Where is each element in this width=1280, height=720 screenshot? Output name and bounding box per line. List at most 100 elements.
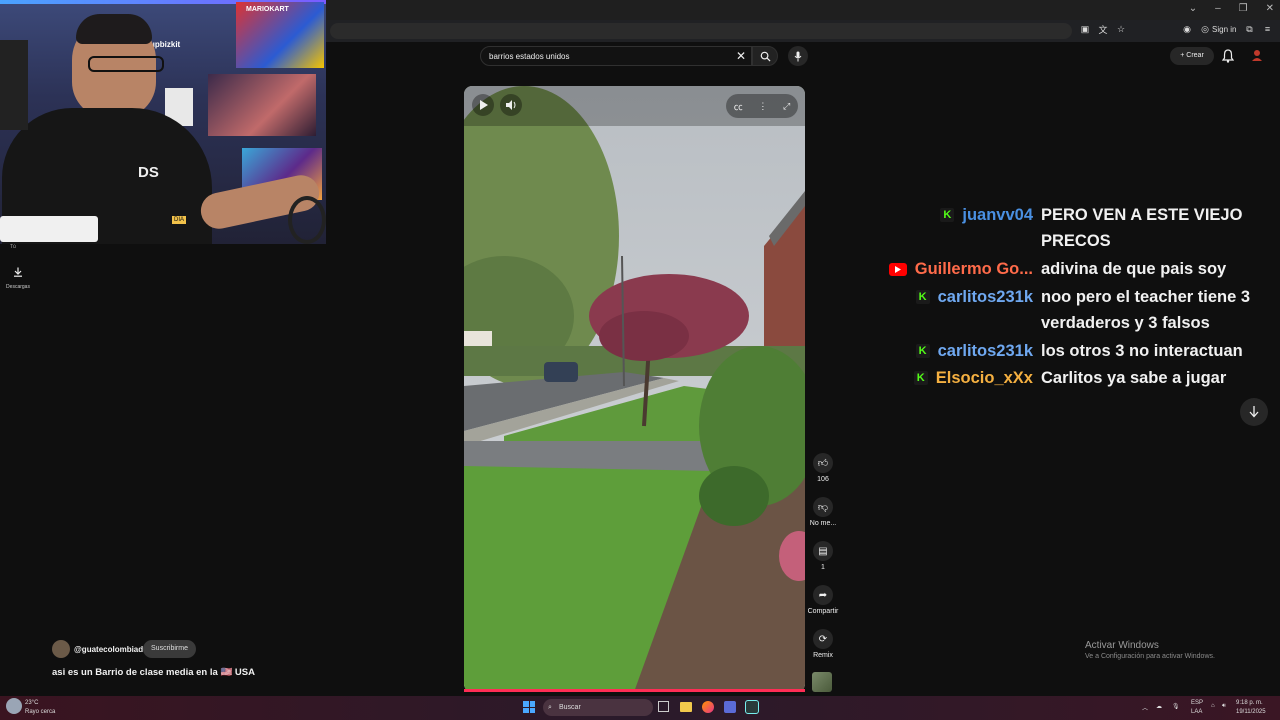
maximize-button[interactable]: ❐	[1239, 3, 1248, 14]
dislike-label: No me...	[809, 520, 837, 527]
search-icon: ⌕	[548, 704, 552, 711]
chat-text: los otros 3 no interactuan	[1041, 342, 1243, 360]
extensions-icon[interactable]: ⧉	[1244, 24, 1254, 34]
address-bar[interactable]	[330, 23, 1072, 39]
captions-icon[interactable]: ㏄	[734, 100, 743, 113]
bookmark-star-icon[interactable]: ☆	[1116, 24, 1126, 34]
user-avatar-icon[interactable]	[1250, 48, 1264, 62]
speaker-icon[interactable]: 🔊︎	[1222, 703, 1226, 710]
weather-temp[interactable]: 23°C	[25, 700, 38, 706]
volume-button[interactable]	[500, 94, 522, 116]
window-controls: ⌄ – ❐ ✕	[1189, 3, 1274, 14]
like-button[interactable]: 👍︎ 106	[812, 453, 834, 483]
language-top[interactable]: ESP	[1191, 700, 1203, 706]
kick-icon: K	[915, 290, 930, 304]
windows-activation-watermark: Activar Windows Ve a Configuración para …	[1085, 640, 1215, 660]
firefox-icon[interactable]	[702, 701, 714, 713]
taskbar-search-label: Buscar	[559, 704, 581, 711]
tab-list-button[interactable]: ⌄	[1189, 3, 1197, 14]
screenshot-icon[interactable]: ▣	[1080, 24, 1090, 34]
chat-text: Carlitos ya sabe a jugar	[1041, 369, 1227, 387]
chat-message: Kcarlitos231k noo pero el teacher tiene …	[880, 284, 1260, 336]
thumbs-up-icon: 👍︎	[817, 458, 829, 469]
browser-toolbar-icons: ▣ 文 ☆ ◉ ◎ Sign in ⧉ ≡	[1080, 24, 1272, 35]
chat-username: Guillermo Go...	[914, 260, 1033, 278]
translate-icon[interactable]: 文	[1098, 24, 1108, 35]
clock-date[interactable]: 19/11/2025	[1236, 709, 1266, 715]
video-player[interactable]: ㏄ ⋮ ⤢	[464, 86, 805, 692]
remix-label: Remix	[813, 652, 833, 659]
camera-icon[interactable]: ◉	[1182, 24, 1192, 34]
network-icon[interactable]: ⌂	[1211, 703, 1215, 709]
download-icon	[14, 267, 22, 277]
subscribe-button[interactable]: Suscribirme	[143, 640, 196, 658]
sign-in-button[interactable]: ◎ Sign in	[1200, 24, 1236, 34]
comments-count: 1	[821, 564, 825, 571]
clear-search-icon[interactable]: ✕	[733, 48, 749, 64]
remix-button[interactable]: ⟳ Remix	[812, 629, 834, 659]
language-bottom[interactable]: LAA	[1191, 709, 1202, 715]
notifications-bell-icon[interactable]	[1221, 49, 1235, 63]
like-count: 106	[817, 476, 829, 483]
onedrive-icon[interactable]: ☁	[1156, 703, 1162, 710]
channel-avatar[interactable]	[52, 640, 70, 658]
chat-text: adivina de que pais soy	[1041, 260, 1227, 278]
chat-message: Kjuanvv04 PERO VEN A ESTE VIEJO PRECOS	[880, 202, 1260, 254]
keyboard	[0, 216, 98, 242]
file-explorer-icon[interactable]	[680, 702, 692, 712]
chat-username: carlitos231k	[937, 288, 1033, 306]
chat-username: juanvv04	[962, 206, 1033, 224]
sidebar-item-downloads[interactable]: Descargas	[6, 264, 30, 290]
taskbar-search[interactable]: ⌕ Buscar	[543, 699, 653, 716]
video-top-controls: ㏄ ⋮ ⤢	[726, 94, 798, 118]
play-icon	[479, 100, 488, 110]
tray-chevron-icon[interactable]: ︿	[1142, 703, 1148, 712]
wall-label: DIA	[172, 216, 187, 224]
channel-name[interactable]: @guatecolombiad	[74, 645, 143, 654]
weather-icon[interactable]	[6, 698, 22, 714]
video-title: asi es un Barrio de clase media en la 🇺🇸…	[52, 667, 255, 678]
shirt-logo: DS	[138, 164, 159, 181]
sidebar-item-label: Descargas	[6, 284, 30, 290]
chat-message: Kcarlitos231k los otros 3 no interactuan	[880, 338, 1260, 364]
play-button[interactable]	[472, 94, 494, 116]
scroll-down-button[interactable]	[1240, 398, 1268, 426]
create-label: Crear	[1186, 52, 1204, 59]
more-options-icon[interactable]: ⋮	[758, 101, 767, 112]
store-icon[interactable]	[724, 701, 736, 713]
comments-button[interactable]: ▤ 1	[812, 541, 834, 571]
kick-icon: K	[913, 371, 928, 385]
chat-message: Guillermo Go... adivina de que pais soy	[880, 256, 1260, 282]
fullscreen-icon[interactable]: ⤢	[783, 101, 790, 112]
share-label: Compartir	[807, 608, 839, 615]
mic-tray-icon[interactable]: 🎙︎	[1172, 703, 1180, 710]
webcam-overlay: MARIOKART upbizkit DS DIA	[0, 0, 326, 244]
kick-icon: K	[940, 208, 955, 222]
active-app-icon[interactable]	[745, 700, 759, 714]
clock-time[interactable]: 9:18 p. m.	[1236, 700, 1263, 706]
voice-search-button[interactable]	[788, 46, 808, 66]
remix-icon: ⟳	[818, 633, 828, 645]
close-window-button[interactable]: ✕	[1266, 3, 1274, 14]
video-progress-bar[interactable]	[464, 689, 805, 692]
chat-message: K Elsocio_xXx Carlitos ya sabe a jugar	[880, 365, 1260, 391]
sign-in-label: Sign in	[1212, 24, 1237, 34]
joker-poster	[208, 74, 316, 136]
chat-text: noo pero el teacher tiene 3 verdaderos y…	[1041, 288, 1251, 332]
chat-username: Elsocio_xXx	[935, 369, 1033, 387]
share-button[interactable]: ➦ Compartir	[808, 585, 838, 615]
minimize-button[interactable]: –	[1215, 3, 1221, 14]
activation-title: Activar Windows	[1085, 640, 1159, 651]
comment-icon: ▤	[818, 545, 828, 557]
dislike-button[interactable]: 👎︎ No me...	[810, 497, 836, 527]
search-input[interactable]: barrios estados unidos	[480, 46, 752, 66]
windows-start-icon[interactable]	[523, 701, 535, 713]
youtube-icon	[888, 263, 907, 276]
search-button[interactable]	[752, 46, 778, 66]
create-button[interactable]: + Crear	[1170, 47, 1214, 65]
sound-thumbnail[interactable]	[812, 672, 832, 692]
kick-icon: K	[915, 344, 930, 358]
menu-icon[interactable]: ≡	[1262, 24, 1272, 34]
task-view-icon[interactable]	[658, 701, 669, 712]
search-icon	[760, 51, 771, 62]
